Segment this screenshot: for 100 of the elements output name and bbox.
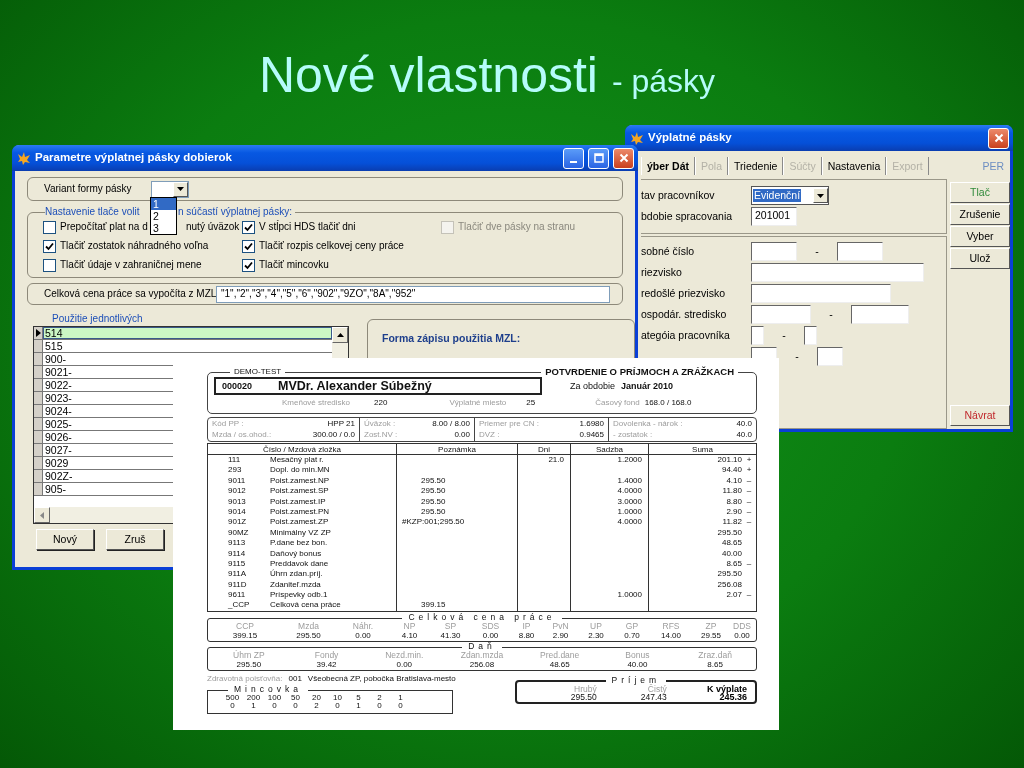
summary-value: 4.10 (401, 630, 418, 640)
column-header: Dni (538, 444, 550, 455)
group-label: Nastavenie tlače volit (45, 207, 141, 217)
summary-label: Úhrn ZP (233, 650, 265, 660)
income-value: 295.50 (570, 693, 597, 702)
sign-mark: – (745, 486, 753, 497)
table-cell: Poist.zamest.SP (270, 486, 329, 497)
parameter-label: Priemer pre CN : (479, 419, 539, 430)
income-value: 247.43 (640, 693, 667, 702)
coin-count: 0 (334, 702, 341, 711)
table-cell: 256.08 (717, 579, 742, 591)
column-header: Poznámka (438, 444, 476, 455)
summary-value: 29.55 (701, 630, 721, 640)
summary-label: UP (590, 621, 602, 631)
checkbox-label: Tlačiť zostatok náhradného voľna (60, 240, 209, 252)
coin-denomination: 1 (397, 693, 404, 703)
summary-value: 41.30 (440, 630, 461, 640)
coin-count: 0 (271, 702, 278, 711)
table-cell: 8.65 (726, 558, 742, 570)
table-cell: 2.07 (726, 590, 742, 601)
parameter-label: Kód PP : (212, 419, 244, 430)
coin-denomination: 100 (266, 693, 283, 703)
table-cell: Daňový bonus (270, 548, 322, 559)
group-label: n súčastí výplatnej pásky: (178, 207, 292, 217)
section-title: Príjem (605, 675, 667, 685)
summary-value: 399.15 (232, 630, 258, 640)
summary-label: CCP (236, 621, 254, 631)
sign-mark: – (745, 506, 753, 518)
table-cell: 8.80 (726, 496, 742, 507)
info-label: Kmeňové stredisko (282, 398, 351, 408)
coin-denomination: 5 (355, 693, 362, 703)
coin-count: 0 (292, 702, 299, 711)
panel-title: Forma zápisu použitia MZL: (382, 332, 522, 345)
table-cell-text: 9114 (227, 548, 247, 559)
summary-value: 256.08 (469, 659, 495, 669)
table-cell-text: 9113 (227, 538, 247, 549)
table-cell-text: 90MZ (227, 527, 250, 539)
table-cell: 399.15 (421, 600, 446, 611)
code-label: PER (982, 159, 1004, 173)
sign-mark: – (745, 517, 753, 528)
column-header: Číslo / Mzdová zložka (263, 444, 341, 455)
summary-value: 40.00 (627, 659, 648, 669)
coin-denomination: 500 (224, 693, 241, 703)
insurer-code: 001 (288, 673, 302, 684)
summary-label: GP (625, 621, 639, 631)
employee-name: MVDr. Alexander Súbežný (278, 378, 432, 394)
column-header: Suma (692, 444, 713, 455)
income-value: 245.36 (719, 693, 747, 702)
table-cell-text: Preddavok dane (270, 558, 329, 569)
sign-mark: – (745, 590, 753, 601)
summary-value: 8.65 (707, 659, 723, 669)
table-cell: 21.0 (548, 455, 564, 466)
section-title: Daň (462, 641, 502, 651)
sign-mark: – (745, 496, 753, 507)
table-cell-text: 9014 (227, 506, 247, 518)
summary-label: Mzda (298, 621, 319, 631)
summary-value: 0.00 (482, 630, 499, 640)
summary-value: 0.00 (396, 659, 413, 669)
table-cell: Dopl. do min.MN (270, 465, 330, 476)
table-cell-text: 111 (227, 455, 242, 466)
table-cell: 4.0000 (617, 517, 642, 528)
table-cell: 1.0000 (617, 590, 642, 601)
parameter-value: 40.0 (736, 419, 752, 430)
summary-value: 2.90 (552, 630, 569, 640)
table-cell: 48.65 (721, 538, 742, 549)
summary-label: RFS (662, 621, 680, 631)
coin-count: 0 (376, 702, 383, 711)
parameter-value: 40.0 (736, 430, 752, 441)
info-label: Časový fond (595, 398, 640, 408)
coin-count: 2 (313, 702, 320, 711)
dash-label: - (828, 308, 834, 321)
field-label: bdobie spracovania (641, 210, 734, 223)
window-title: Výplatné pásky (648, 131, 733, 145)
summary-value: 2.30 (588, 630, 604, 640)
income-label: K výplate (706, 684, 747, 694)
summary-label: PvN (552, 621, 569, 631)
summary-label: ZP (705, 621, 717, 631)
period-label: Za obdobie (570, 380, 616, 392)
info-value: 25 (526, 398, 536, 408)
sign-mark: – (745, 475, 753, 487)
summary-label: SDS (481, 621, 500, 631)
checkbox-label: nutý úväzok (186, 221, 240, 233)
info-value: 220 (374, 398, 388, 408)
checkbox-label: Prepočítať plat na d (60, 221, 149, 233)
summary-value: 295.50 (296, 630, 321, 640)
table-cell: Úhrn zdan.príj. (270, 569, 323, 580)
table-cell: 4.10 (726, 475, 742, 487)
summary-label: Náhr. (352, 621, 374, 631)
coin-denomination: 2 (376, 693, 383, 703)
parameter-value: HPP 21 (327, 419, 355, 430)
slide-subtitle: - pásky (611, 64, 716, 100)
coin-count: 0 (397, 702, 404, 711)
field-label: ategóia pracovníka (641, 329, 731, 342)
income-label: Čistý (647, 684, 667, 694)
table-cell-text: 9012 (227, 486, 247, 497)
table-cell: 40.00 (721, 548, 742, 559)
coin-count: 1 (355, 702, 362, 711)
table-cell: 295.50 (717, 527, 742, 539)
summary-value: 0.00 (734, 630, 750, 640)
table-cell: 295.50 (421, 506, 446, 518)
